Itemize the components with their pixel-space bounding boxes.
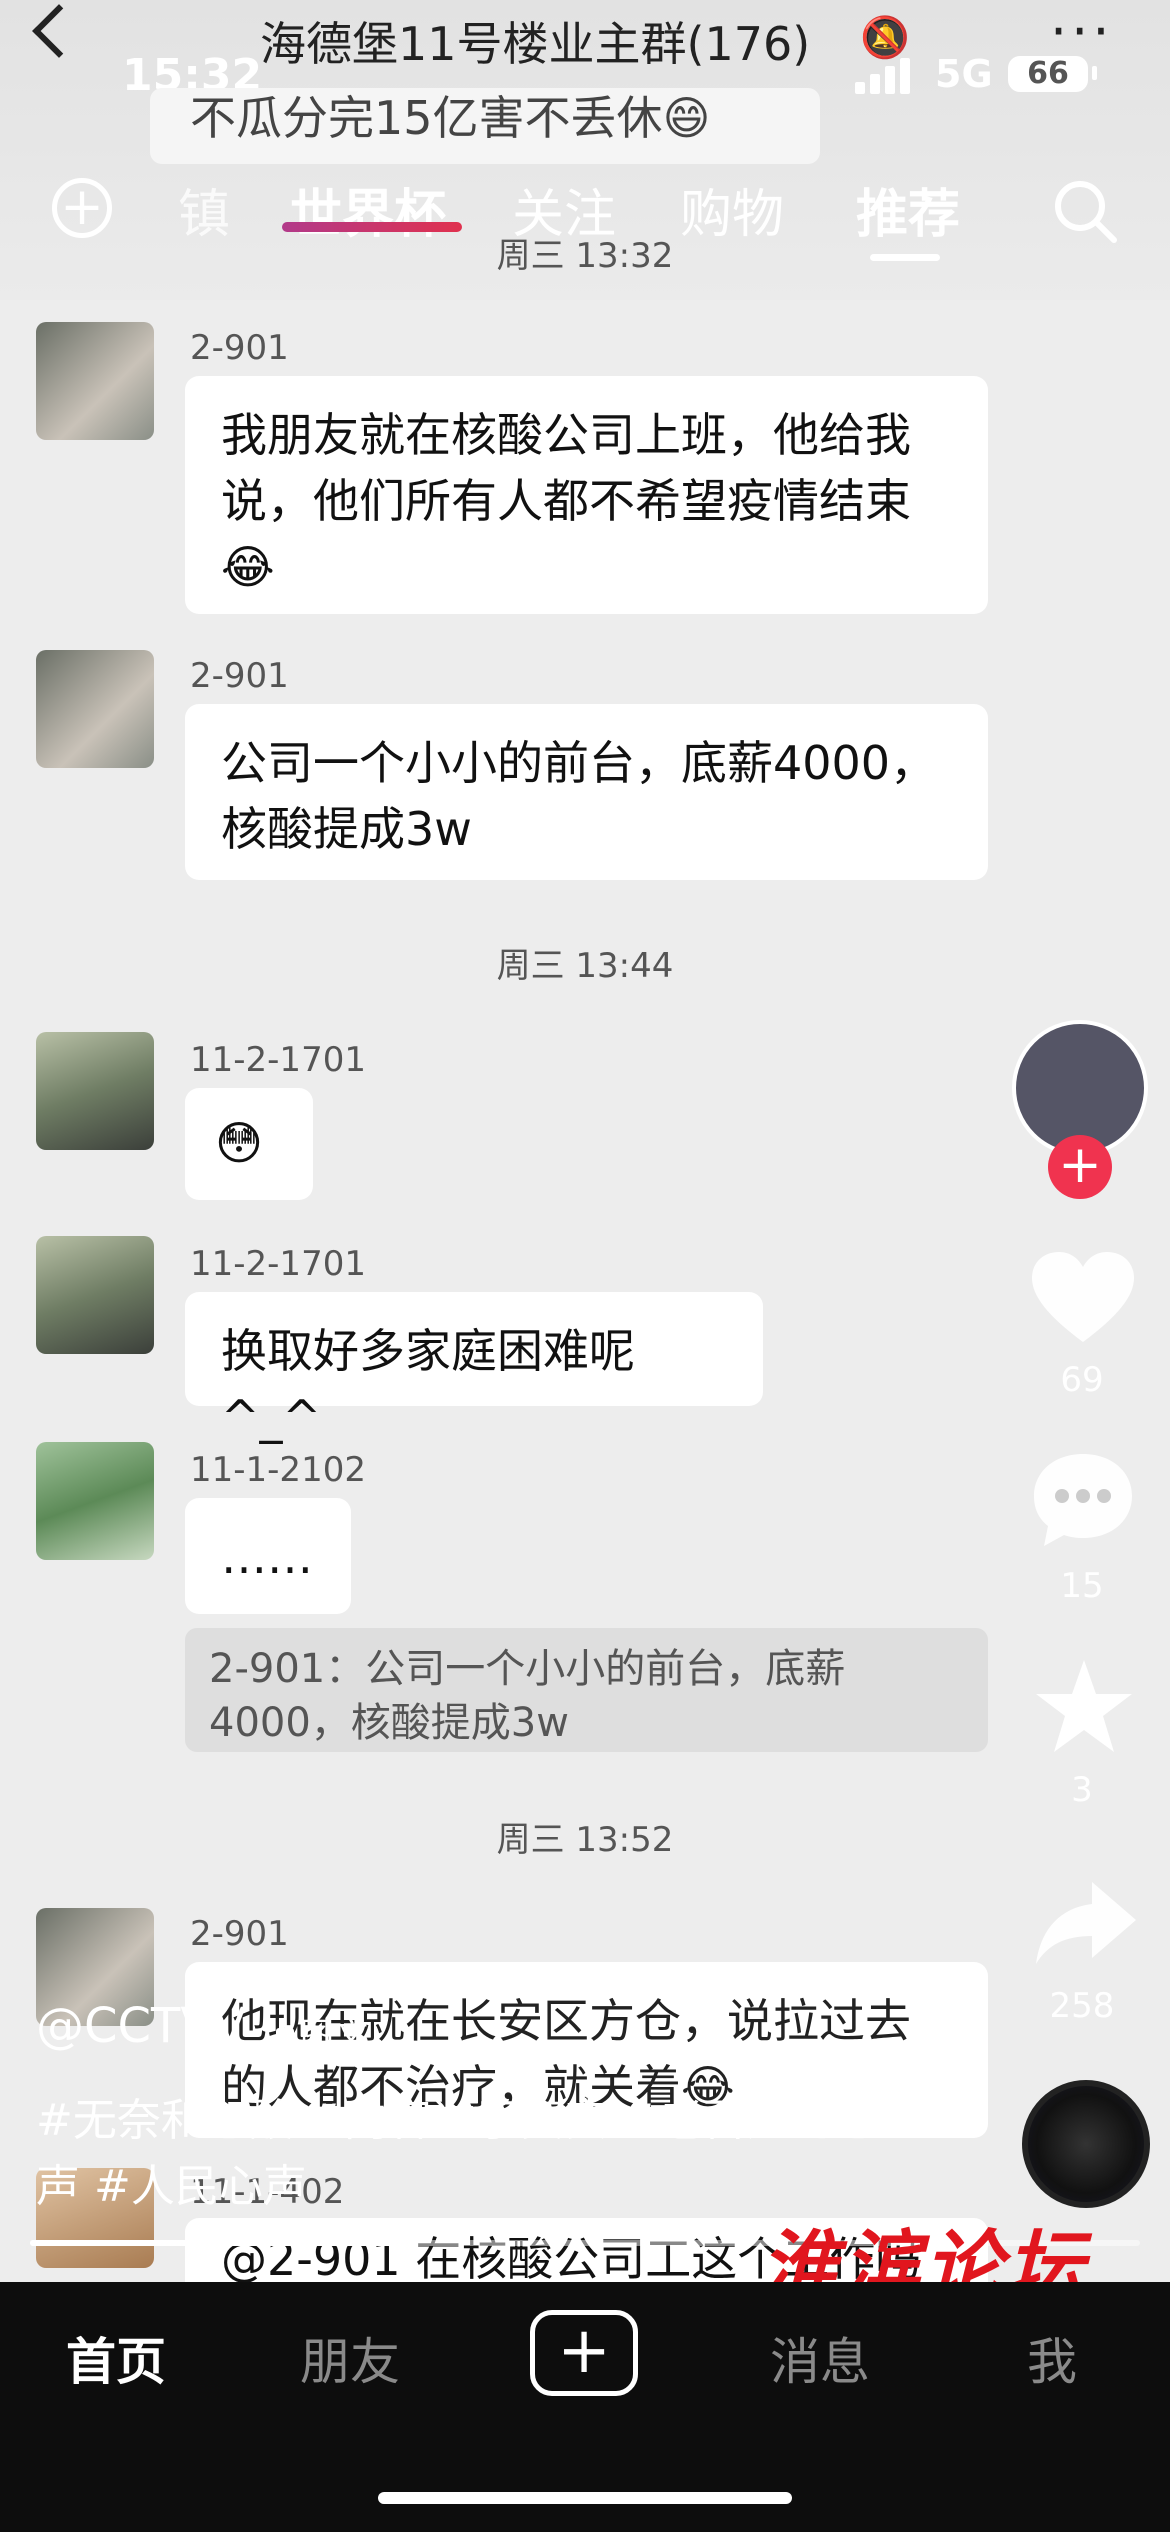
message-bubble: 😳 [185, 1088, 313, 1200]
share-count: 258 [1049, 1986, 1115, 2026]
partial-message-preview: 不瓜分完15亿害不丢休😄 [150, 88, 820, 164]
nav-messages[interactable]: 消息 [740, 2322, 900, 2394]
network-label: 5G [935, 52, 993, 96]
battery-icon: 66 [1008, 56, 1088, 92]
favorite-count: 3 [1071, 1770, 1093, 1810]
message-sender: 2-901 [190, 1914, 289, 1954]
chat-timestamp: 周三 13:44 [496, 946, 674, 986]
message-sender: 11-2-1701 [190, 1040, 366, 1080]
chat-timestamp: 周三 13:32 [496, 236, 674, 276]
message-bubble: …… [185, 1498, 351, 1614]
message-bubble: 我朋友就在核酸公司上班，他给我说，他们所有人都不希望疫情结束😂 [185, 376, 988, 614]
more-icon[interactable]: ··· [1050, 0, 1114, 63]
create-post-button[interactable]: + [530, 2310, 638, 2396]
content-type-tag: 图文 [276, 2008, 368, 2057]
avatar[interactable] [36, 1032, 154, 1150]
content-type-label: 图文 [300, 2016, 368, 2056]
avatar[interactable] [36, 1236, 154, 1354]
share-icon[interactable] [1032, 1878, 1138, 1968]
avatar[interactable] [36, 322, 154, 440]
message-sender: 11-2-1701 [190, 1244, 366, 1284]
author-handle[interactable]: @CCTVV [36, 1998, 246, 2054]
battery-tip [1092, 66, 1097, 80]
image-post-icon [276, 2027, 294, 2048]
follow-button[interactable]: + [1048, 1135, 1112, 1199]
home-indicator [378, 2492, 792, 2504]
nav-home[interactable]: 首页 [36, 2322, 196, 2394]
message-bubble: 公司一个小小的前台，底薪4000，核酸提成3w [185, 704, 988, 880]
like-icon[interactable] [1028, 1250, 1138, 1350]
message-bubble: 换取好多家庭困难呢^_^ [185, 1292, 763, 1444]
chat-title: 海德堡11号楼业主群(176) [260, 17, 811, 71]
avatar[interactable] [36, 1442, 154, 1560]
nav-friends[interactable]: 朋友 [270, 2322, 430, 2394]
signal-icon [855, 58, 915, 94]
progress-fill [30, 2240, 396, 2246]
music-disc[interactable] [1022, 2080, 1150, 2208]
mute-bell-icon: 🔕 [860, 15, 910, 61]
chat-timestamp: 周三 13:52 [496, 1820, 674, 1860]
message-sender: 11-1-2102 [190, 1450, 366, 1490]
video-caption[interactable]: #无奈和心酸 #内容过于真实 #老百姓的心声 #人民心声 [36, 2088, 916, 2220]
like-count: 69 [1060, 1360, 1104, 1400]
favorite-star-icon[interactable] [1032, 1656, 1136, 1756]
message-sender: 2-901 [190, 328, 289, 368]
message-sender: 2-901 [190, 656, 289, 696]
comment-count: 15 [1060, 1566, 1104, 1606]
comment-icon[interactable] [1030, 1450, 1136, 1550]
avatar[interactable] [36, 650, 154, 768]
nav-me[interactable]: 我 [972, 2322, 1132, 2394]
quoted-message: 2-901：公司一个小小的前台，底薪4000，核酸提成3w [185, 1628, 988, 1752]
